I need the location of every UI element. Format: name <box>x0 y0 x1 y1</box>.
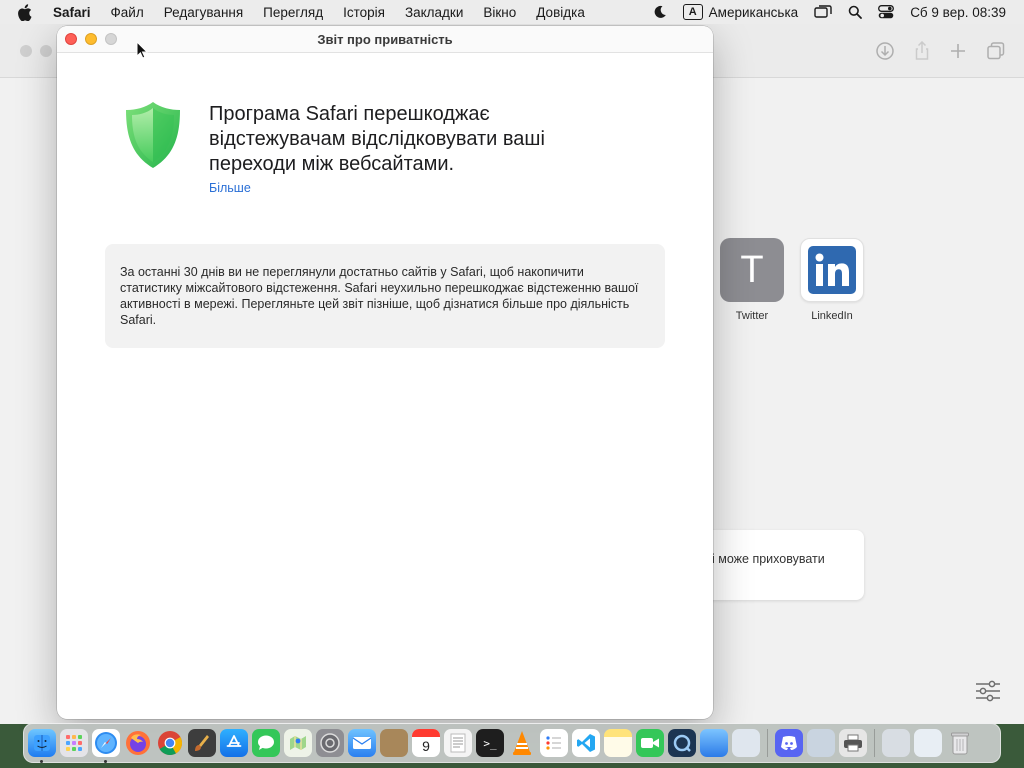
menu-window[interactable]: Вікно <box>473 5 526 20</box>
privacy-headline: Програма Safari перешкоджає відстежувача… <box>209 103 545 175</box>
notes-brown-icon[interactable] <box>380 729 408 757</box>
vlc-icon[interactable] <box>508 729 536 757</box>
apple-menu-icon[interactable] <box>17 3 39 21</box>
firefox-icon[interactable] <box>124 729 152 757</box>
textedit-icon[interactable] <box>444 729 472 757</box>
trash-icon[interactable] <box>946 729 974 757</box>
safari-icon[interactable] <box>92 729 120 763</box>
privacy-shield-icon <box>123 100 183 170</box>
menu-app-safari[interactable]: Safari <box>47 5 101 20</box>
app-store-icon[interactable] <box>220 729 248 757</box>
privacy-summary-card[interactable]: і може приховувати <box>700 530 864 600</box>
finder-icon[interactable] <box>28 729 56 763</box>
menu-bar: Safari Файл Редагування Перегляд Історія… <box>0 0 1024 24</box>
share-icon[interactable] <box>912 40 932 61</box>
running-indicator <box>104 760 107 763</box>
keyboard-layout-badge: A <box>682 4 703 20</box>
privacy-card-text: і може приховувати <box>712 552 825 566</box>
favorite-linkedin[interactable]: LinkedIn <box>792 238 872 322</box>
menu-edit[interactable]: Редагування <box>154 5 253 20</box>
customize-start-page-icon[interactable] <box>975 680 1001 702</box>
bg-window-min-dot[interactable] <box>40 45 52 57</box>
screenshot-icon[interactable] <box>807 729 835 757</box>
keyboard-layout-menu[interactable]: A Американська <box>675 4 807 20</box>
bg-window-close-dot[interactable] <box>20 45 32 57</box>
menu-clock[interactable]: Сб 9 вер. 08:39 <box>902 5 1014 20</box>
spotlight-search-icon[interactable] <box>840 5 870 19</box>
downloads-icon[interactable] <box>875 41 895 61</box>
preview-icon[interactable] <box>732 729 760 757</box>
messages-icon[interactable] <box>252 729 280 757</box>
quicktime-icon[interactable] <box>668 729 696 757</box>
discord-icon[interactable] <box>775 729 803 757</box>
terminal-icon[interactable]: >_ <box>476 729 504 757</box>
system-settings-icon[interactable] <box>316 729 344 757</box>
favorite-twitter[interactable]: T Twitter <box>712 238 792 322</box>
running-indicator <box>40 760 43 763</box>
preview-folder-icon[interactable] <box>914 729 942 757</box>
favorite-label: Twitter <box>735 310 769 322</box>
tab-overview-icon[interactable] <box>986 41 1006 61</box>
menu-bar-status-area: A Американська Сб 9 вер. 08:39 <box>645 4 1024 20</box>
new-tab-icon[interactable] <box>948 41 968 61</box>
network-folder-icon[interactable] <box>882 729 910 757</box>
menu-view[interactable]: Перегляд <box>253 5 333 20</box>
moon-icon[interactable] <box>645 5 675 19</box>
facetime-icon[interactable] <box>636 729 664 757</box>
chrome-icon[interactable] <box>156 729 184 757</box>
dock-separator <box>767 729 768 757</box>
vscode-icon[interactable] <box>572 729 600 757</box>
window-title: Звіт про приватність <box>317 32 453 47</box>
notes-icon[interactable] <box>604 729 632 757</box>
privacy-report-titlebar: Звіт про приватність <box>57 26 713 53</box>
migration-icon[interactable] <box>700 729 728 757</box>
more-info-link[interactable]: Більше <box>209 181 251 195</box>
terminal-prompt-icon: >_ <box>483 736 497 750</box>
linkedin-logo-icon <box>800 238 864 302</box>
privacy-report-window: Звіт про приватність Програма Safari пер… <box>57 26 713 719</box>
mail-icon[interactable] <box>348 729 376 757</box>
mouse-cursor-icon <box>136 40 149 59</box>
twitter-tile-icon: T <box>720 238 784 302</box>
keyboard-layout-label: Американська <box>708 4 799 20</box>
favorite-label: LinkedIn <box>811 310 853 322</box>
calendar-day: 9 <box>422 738 430 754</box>
paintbrush-icon[interactable] <box>188 729 216 757</box>
screen-mirroring-icon[interactable] <box>806 5 840 19</box>
menu-help[interactable]: Довідка <box>526 5 595 20</box>
privacy-info-text: За останні 30 днів ви не переглянули дос… <box>120 265 639 327</box>
reminders-icon[interactable] <box>540 729 568 757</box>
printer-icon[interactable] <box>839 729 867 757</box>
menu-bookmarks[interactable]: Закладки <box>395 5 473 20</box>
menu-history[interactable]: Історія <box>333 5 395 20</box>
maps-icon[interactable] <box>284 729 312 757</box>
calendar-icon[interactable]: 9 <box>412 729 440 757</box>
control-center-icon[interactable] <box>870 5 902 19</box>
menu-file[interactable]: Файл <box>101 5 154 20</box>
dock: 9 >_ <box>23 723 1001 763</box>
dock-separator <box>874 729 875 757</box>
launchpad-icon[interactable] <box>60 729 88 757</box>
privacy-info-box: За останні 30 днів ви не переглянули дос… <box>105 244 665 348</box>
